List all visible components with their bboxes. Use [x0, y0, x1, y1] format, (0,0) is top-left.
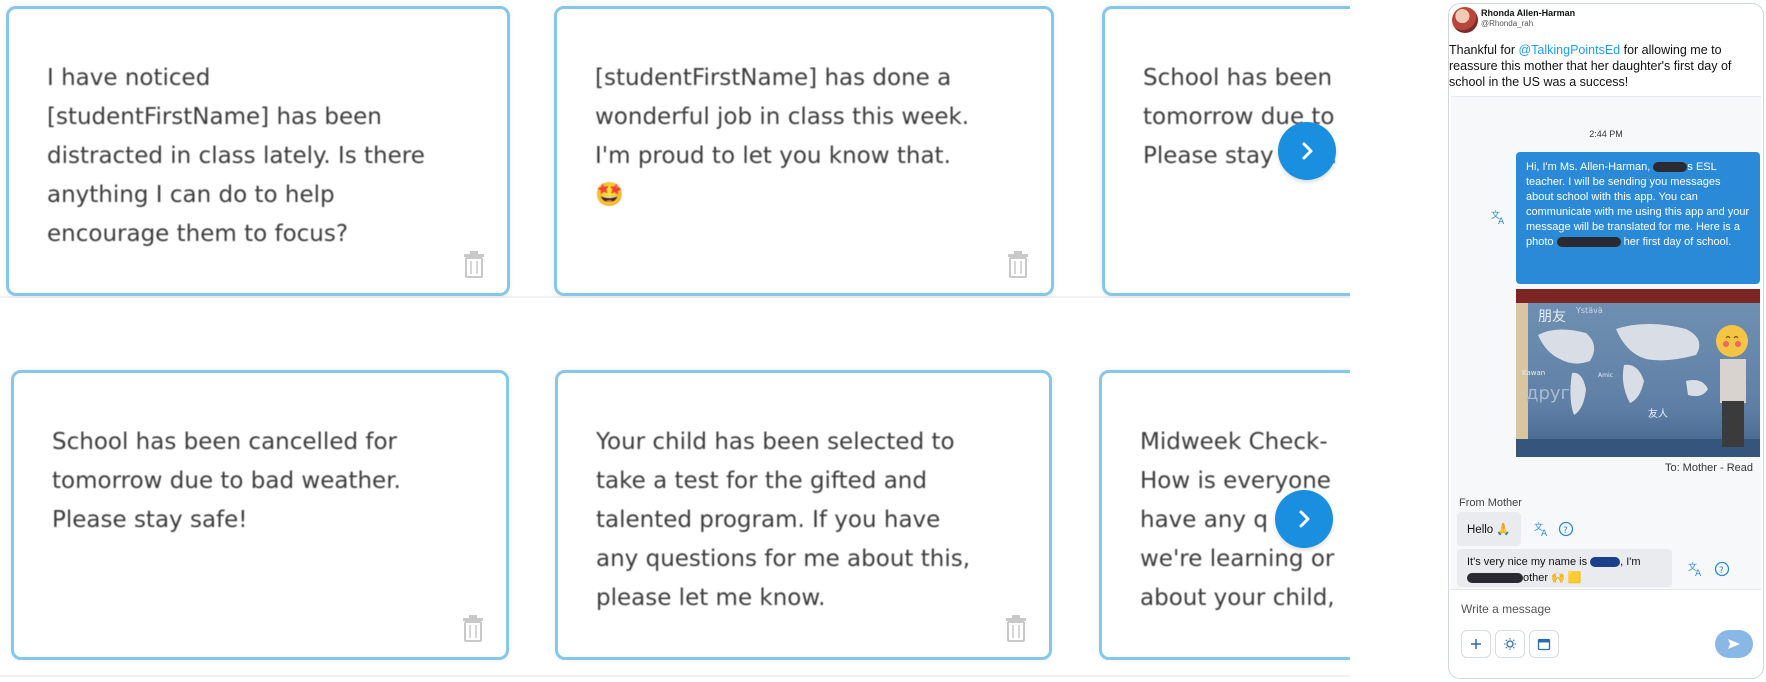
- send-button[interactable]: [1715, 630, 1753, 658]
- sender-label: From Mother: [1459, 497, 1522, 509]
- trash-icon[interactable]: [1005, 249, 1031, 279]
- chat-screenshot: 2:44 PM 文A Hi, I'm Ms. Allen-Harman, s E…: [1451, 96, 1761, 678]
- template-text: [studentFirstName] has done a wonderful …: [595, 65, 970, 208]
- message-text: Hi, I'm Ms. Allen-Harman,: [1526, 161, 1654, 173]
- svg-text:A: A: [1498, 217, 1505, 225]
- trash-icon[interactable]: [461, 249, 487, 279]
- message-text: other 🙌 🟨: [1523, 572, 1582, 584]
- redaction: [1467, 573, 1523, 584]
- redaction: [1556, 237, 1621, 248]
- photo-label: 朋友: [1538, 309, 1566, 325]
- calendar-icon: [1537, 638, 1551, 651]
- chevron-right-icon: [1302, 142, 1313, 160]
- translate-icon[interactable]: 文A: [1534, 521, 1550, 537]
- translate-icon[interactable]: 文A: [1491, 209, 1507, 225]
- photo-label: 友人: [1648, 407, 1668, 420]
- photo-label: Kawan: [1522, 369, 1545, 377]
- tweet-text: Thankful for: [1449, 43, 1519, 57]
- avatar[interactable]: [1452, 7, 1478, 33]
- photo-label: Ystävä: [1575, 306, 1603, 315]
- lightbulb-icon: [1504, 638, 1516, 650]
- template-card[interactable]: School has been cancelled for tomorrow d…: [11, 370, 509, 660]
- svg-text:?: ?: [1719, 566, 1724, 576]
- classroom-photo[interactable]: 朋友 друг 友人 Ystävä Kawan Amic: [1516, 289, 1760, 457]
- incoming-message: Hello 🙏: [1457, 512, 1521, 546]
- template-text: Your child has been selected to take a t…: [596, 429, 971, 611]
- trash-icon[interactable]: [460, 613, 486, 643]
- photo-label: друг: [1526, 383, 1570, 404]
- read-receipt: To: Mother - Read: [1664, 462, 1753, 474]
- tweet-mention-link[interactable]: @TalkingPointsEd: [1518, 43, 1620, 57]
- send-icon: [1728, 639, 1740, 649]
- message-text: It's very nice my name is: [1467, 556, 1591, 568]
- template-carousel: I have noticed [studentFirstName] has be…: [0, 0, 1350, 682]
- row-divider: [0, 296, 1350, 298]
- template-text: School has been cancelled for tomorrow d…: [52, 429, 401, 533]
- svg-text:?: ?: [1563, 526, 1568, 536]
- ideas-button[interactable]: [1495, 630, 1525, 658]
- template-card[interactable]: I have noticed [studentFirstName] has be…: [6, 6, 510, 296]
- tweet-author-name[interactable]: Rhonda Allen-Harman: [1481, 8, 1575, 18]
- template-card[interactable]: [studentFirstName] has done a wonderful …: [554, 6, 1054, 296]
- photo-label: Amic: [1598, 372, 1613, 379]
- help-icon[interactable]: ?: [1714, 561, 1730, 577]
- message-composer: Write a message: [1451, 589, 1761, 678]
- chevron-right-icon: [1299, 510, 1310, 528]
- template-text: I have noticed [studentFirstName] has be…: [47, 65, 425, 247]
- world-map-illustration: 朋友 друг 友人 Ystävä Kawan Amic: [1516, 289, 1760, 457]
- message-input[interactable]: Write a message: [1461, 602, 1551, 616]
- add-attachment-button[interactable]: [1461, 630, 1491, 658]
- redaction: [1590, 557, 1621, 568]
- svg-text:A: A: [1695, 569, 1702, 577]
- redaction: [1653, 162, 1688, 173]
- translate-icon[interactable]: 文A: [1688, 561, 1704, 577]
- schedule-button[interactable]: [1529, 630, 1559, 658]
- svg-text:A: A: [1541, 529, 1548, 537]
- outgoing-message: Hi, I'm Ms. Allen-Harman, s ESL teacher.…: [1516, 152, 1760, 284]
- plus-icon: [1471, 639, 1481, 649]
- next-arrow-button[interactable]: [1278, 122, 1336, 180]
- incoming-message: It's very nice my name is , I'm other 🙌 🟨: [1457, 549, 1672, 587]
- message-text: her first day of school.: [1620, 236, 1732, 248]
- template-card[interactable]: Your child has been selected to take a t…: [555, 370, 1052, 660]
- message-text: s ESL teacher. I will be sending you mes…: [1526, 161, 1750, 248]
- message-timestamp: 2:44 PM: [1589, 129, 1623, 139]
- help-icon[interactable]: ?: [1558, 521, 1574, 537]
- message-text: , I'm: [1620, 556, 1641, 568]
- tweet-body: Thankful for @TalkingPointsEd for allowi…: [1449, 42, 1761, 90]
- tweet-author-handle[interactable]: @Rhonda_rah: [1481, 19, 1533, 28]
- trash-icon[interactable]: [1003, 613, 1029, 643]
- tweet-card: Rhonda Allen-Harman @Rhonda_rah Thankful…: [1448, 3, 1764, 679]
- row-divider: [0, 675, 1350, 677]
- next-arrow-button[interactable]: [1275, 490, 1333, 548]
